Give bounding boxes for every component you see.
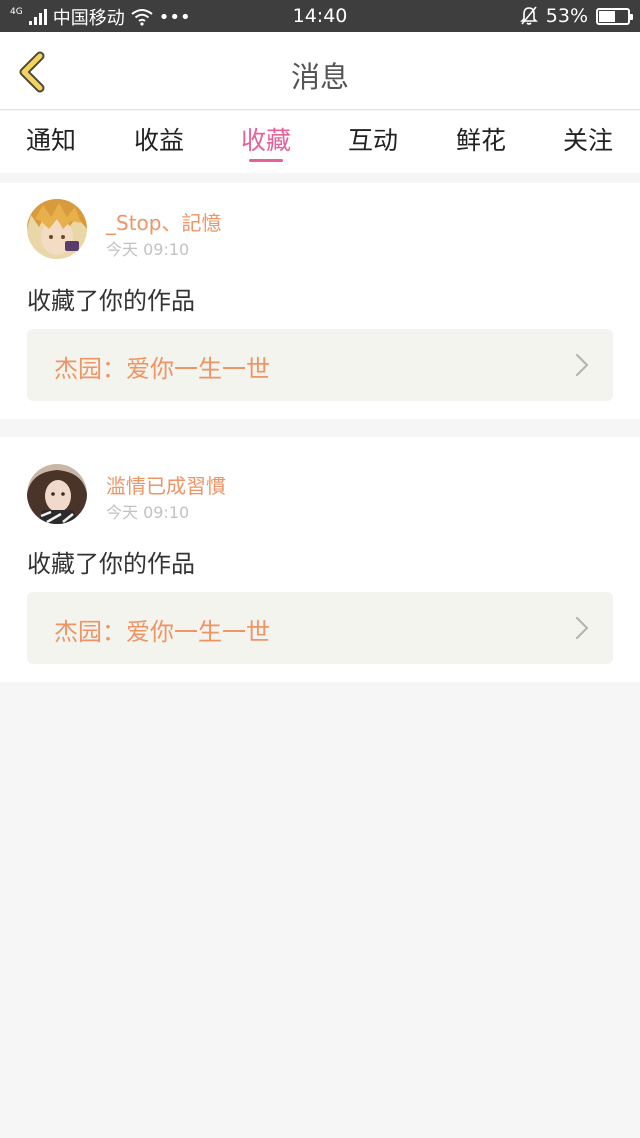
- tab-interactions[interactable]: 互动: [333, 121, 413, 173]
- tab-label: 互动: [347, 126, 398, 155]
- timestamp: 今天 09:10: [106, 503, 190, 522]
- username[interactable]: 滥情已成習慣: [106, 470, 226, 499]
- avatar[interactable]: [27, 464, 87, 524]
- message-card: _Stop、記憶 今天 09:10 收藏了你的作品 杰园：爱你一生一世: [0, 183, 640, 419]
- active-tab-indicator: [249, 159, 283, 162]
- tab-label: 关注: [562, 126, 613, 155]
- page-title: 消息: [290, 60, 349, 94]
- status-right: 53%: [519, 5, 633, 27]
- work-title: 杰园：爱你一生一世: [54, 618, 270, 646]
- timestamp: 今天 09:10: [106, 240, 190, 259]
- tab-earnings[interactable]: 收益: [119, 121, 199, 173]
- tab-label: 收藏: [240, 126, 291, 155]
- chevron-right-icon: [575, 616, 589, 640]
- avatar[interactable]: [27, 199, 87, 259]
- chevron-right-icon: [575, 353, 589, 377]
- tab-follows[interactable]: 关注: [548, 121, 628, 173]
- work-link[interactable]: 杰园：爱你一生一世: [27, 329, 613, 401]
- message-card: 滥情已成習慣 今天 09:10 收藏了你的作品 杰园：爱你一生一世: [0, 437, 640, 682]
- tab-bar: 通知 收益 收藏 互动 鲜花 关注: [0, 111, 640, 173]
- avatar-image: [27, 199, 87, 259]
- tab-notifications[interactable]: 通知: [11, 121, 91, 173]
- bell-muted-icon: [519, 6, 538, 25]
- tab-label: 通知: [25, 126, 76, 155]
- avatar-image: [27, 464, 87, 524]
- work-title: 杰园：爱你一生一世: [54, 355, 270, 383]
- status-bar: 4G 中国移动 ••• 14:40 53%: [0, 0, 640, 32]
- battery-percent: 53%: [545, 5, 588, 27]
- action-text: 收藏了你的作品: [27, 550, 195, 578]
- tab-label: 收益: [133, 126, 184, 155]
- header: 消息: [0, 32, 640, 110]
- username[interactable]: _Stop、記憶: [106, 207, 221, 236]
- tab-label: 鲜花: [455, 126, 506, 155]
- action-text: 收藏了你的作品: [27, 287, 195, 315]
- tab-flowers[interactable]: 鲜花: [441, 121, 521, 173]
- battery-icon: [596, 7, 633, 25]
- tab-favorites[interactable]: 收藏: [226, 121, 306, 173]
- work-link[interactable]: 杰园：爱你一生一世: [27, 592, 613, 664]
- battery-fill: [599, 10, 615, 22]
